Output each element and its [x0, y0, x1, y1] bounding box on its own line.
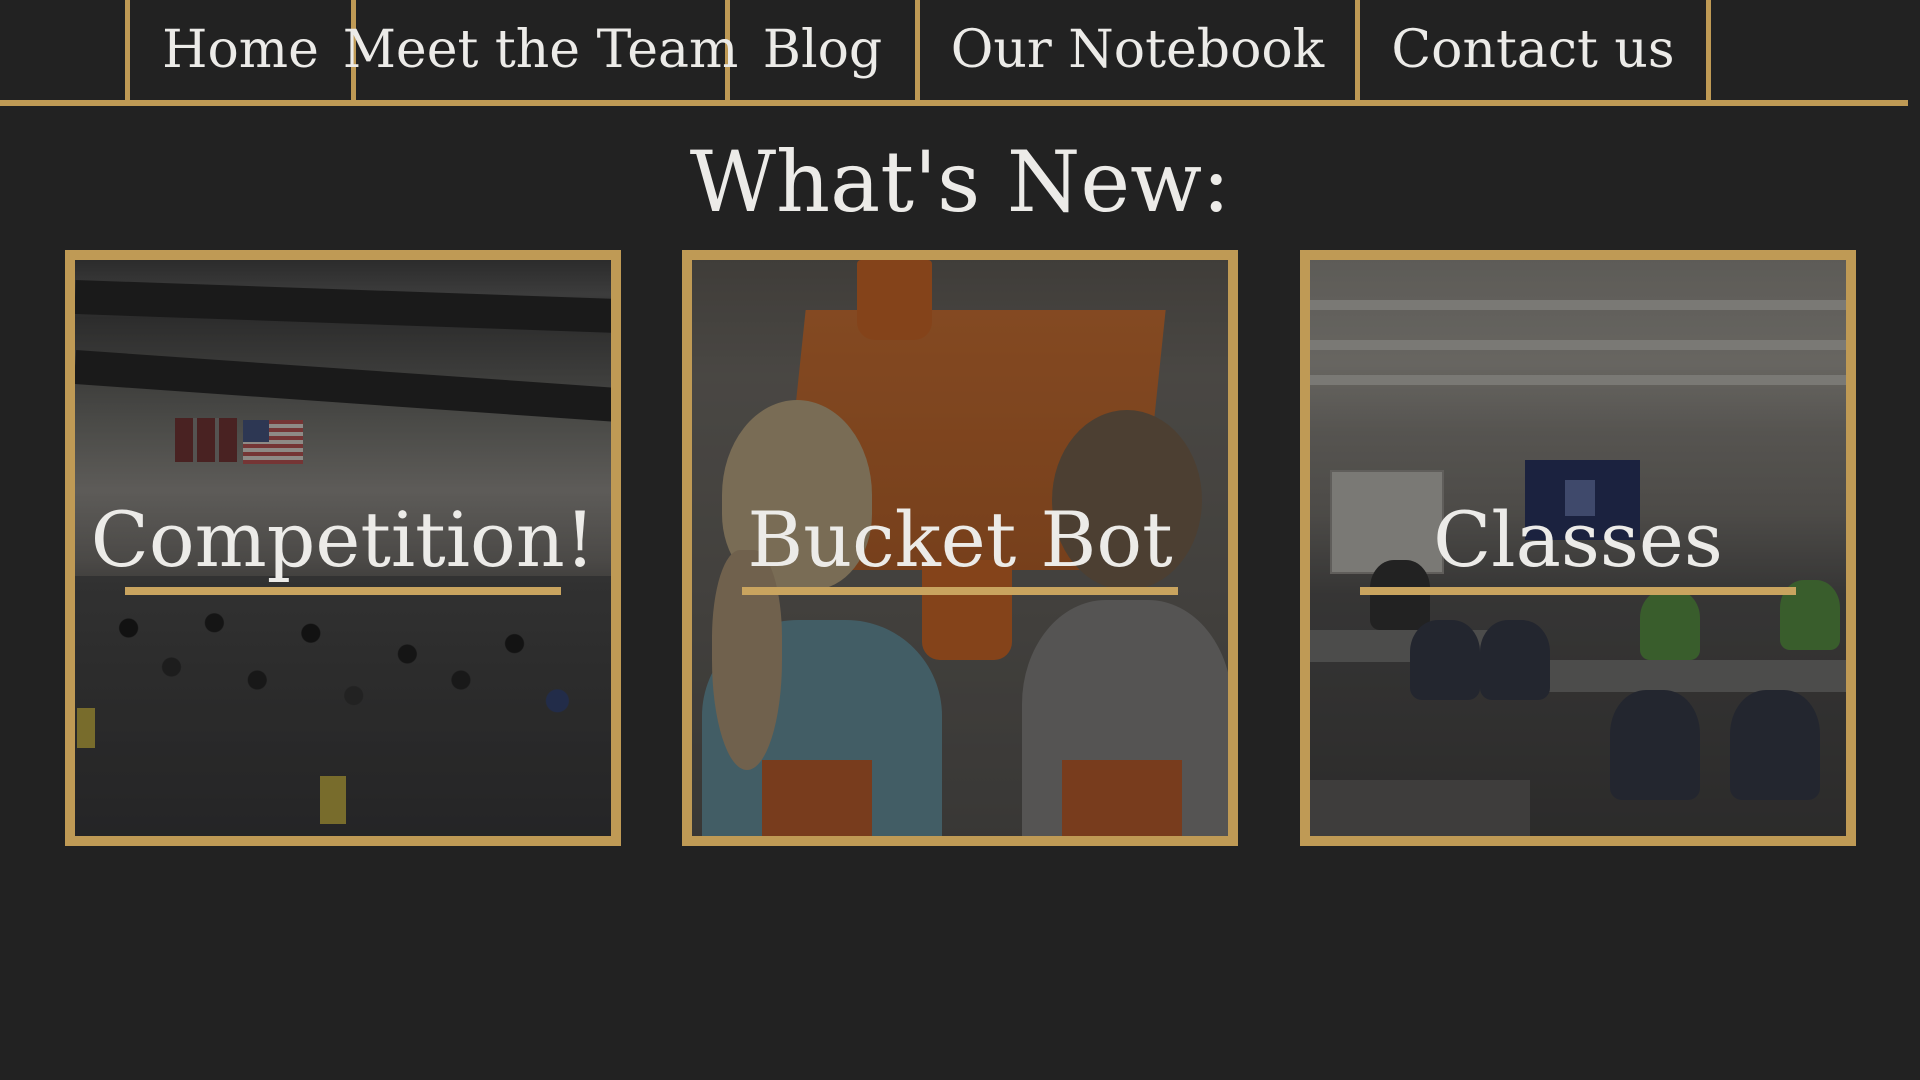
- nav-list: Home Meet the Team Blog Our Notebook Con…: [125, 0, 1711, 100]
- nav-link-home[interactable]: Home: [130, 0, 356, 100]
- card-competition[interactable]: Competition!: [65, 250, 621, 846]
- card-underline: [1360, 587, 1796, 595]
- nav-link-our-notebook[interactable]: Our Notebook: [920, 0, 1360, 100]
- nav-link-blog[interactable]: Blog: [730, 0, 920, 100]
- card-label: Classes: [1433, 495, 1723, 584]
- card-classes[interactable]: Classes: [1300, 250, 1856, 846]
- nav-link-meet-the-team[interactable]: Meet the Team: [343, 0, 738, 100]
- card-bucket-bot[interactable]: Bucket Bot: [682, 250, 1238, 846]
- nav-link-contact-us[interactable]: Contact us: [1360, 0, 1711, 100]
- card-label: Bucket Bot: [747, 495, 1173, 584]
- page-title: What's New:: [689, 133, 1231, 231]
- card-label: Competition!: [90, 495, 596, 584]
- card-underline: [742, 587, 1178, 595]
- card-underline: [125, 587, 561, 595]
- top-navigation-bar: Home Meet the Team Blog Our Notebook Con…: [0, 0, 1908, 106]
